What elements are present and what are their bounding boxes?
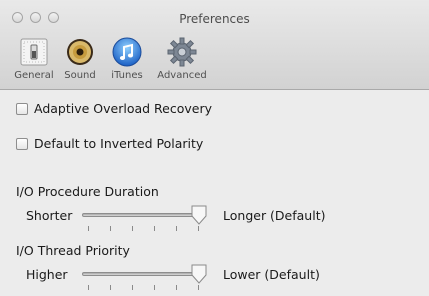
itunes-note-icon — [112, 37, 142, 67]
preferences-window: Preferences General Sound iTunes Advance… — [0, 0, 429, 296]
general-switch-icon — [20, 38, 48, 66]
tab-itunes[interactable]: iTunes — [104, 36, 150, 84]
tab-label-itunes: iTunes — [111, 70, 143, 81]
tab-sound[interactable]: Sound — [58, 36, 102, 84]
tab-advanced[interactable]: Advanced — [152, 36, 212, 84]
duration-low-label: Shorter — [26, 208, 73, 223]
duration-slider-ticks — [88, 226, 200, 232]
inverted-polarity-checkbox-row[interactable]: Default to Inverted Polarity — [16, 136, 203, 151]
preference-tabs: General Sound iTunes Advanced — [12, 36, 212, 84]
duration-high-label: Longer (Default) — [223, 208, 326, 223]
priority-slider-row: Higher Lower (Default) — [16, 263, 426, 291]
priority-heading: I/O Thread Priority — [16, 243, 130, 258]
adaptive-overload-label: Adaptive Overload Recovery — [34, 101, 213, 116]
tab-general[interactable]: General — [12, 36, 56, 84]
priority-low-label: Higher — [26, 267, 68, 282]
priority-slider-knob[interactable] — [190, 264, 208, 284]
adaptive-overload-checkbox-row[interactable]: Adaptive Overload Recovery — [16, 101, 212, 116]
adaptive-overload-checkbox[interactable] — [16, 102, 28, 115]
priority-high-label: Lower (Default) — [223, 267, 320, 282]
gear-icon — [167, 37, 197, 67]
speaker-icon — [67, 39, 93, 65]
priority-slider-track[interactable] — [82, 272, 204, 276]
duration-slider-knob[interactable] — [190, 205, 208, 225]
tab-label-sound: Sound — [64, 70, 96, 81]
duration-slider-track[interactable] — [82, 213, 204, 217]
duration-heading: I/O Procedure Duration — [16, 184, 159, 199]
preferences-content: Adaptive Overload Recovery Default to In… — [0, 90, 429, 296]
toolbar: Preferences General Sound iTunes Advance… — [0, 0, 429, 90]
duration-slider-row: Shorter Longer (Default) — [16, 204, 426, 232]
priority-slider-ticks — [88, 285, 200, 291]
window-title: Preferences — [179, 12, 250, 26]
inverted-polarity-label: Default to Inverted Polarity — [34, 136, 204, 151]
tab-label-advanced: Advanced — [157, 70, 207, 81]
inverted-polarity-checkbox[interactable] — [16, 137, 28, 150]
tab-label-general: General — [14, 70, 54, 81]
